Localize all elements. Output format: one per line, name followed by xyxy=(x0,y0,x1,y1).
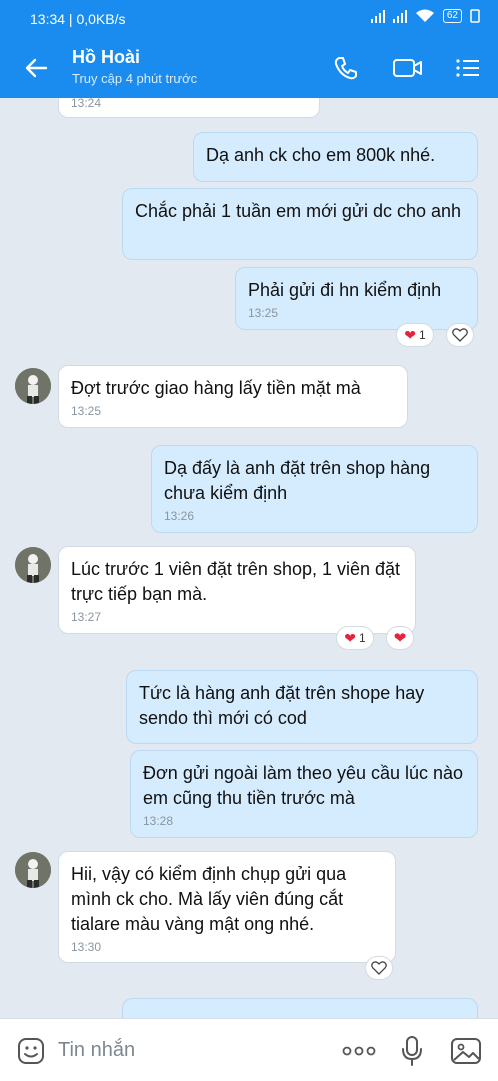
battery-icon: 62 xyxy=(442,9,462,23)
message-text: Tức là hàng anh đặt trên shope hay sendo… xyxy=(139,683,425,728)
status-icons: 62 xyxy=(370,9,480,23)
signal-icon xyxy=(370,9,385,23)
message-time: 13:27 xyxy=(71,610,102,624)
heart-outline-icon xyxy=(452,328,468,342)
status-bar: 13:34 | 0,0KB/s 62 xyxy=(0,0,498,38)
message-text: Đơn gửi ngoài làm theo yêu cầu lúc nào e… xyxy=(143,763,464,808)
message-bubble-outgoing[interactable]: Tức là hàng anh đặt trên shope hay sendo… xyxy=(126,670,478,744)
reaction-heart-count[interactable]: ❤ 1 xyxy=(396,323,434,347)
avatar[interactable] xyxy=(15,547,51,583)
like-button[interactable] xyxy=(365,956,393,980)
avatar-image xyxy=(15,547,51,583)
message-bubble-outgoing[interactable]: Đơn gửi ngoài làm theo yêu cầu lúc nào e… xyxy=(130,750,478,838)
menu-list-icon[interactable] xyxy=(454,54,482,82)
message-text: Lúc trước 1 viên đặt trên shop, 1 viên đ… xyxy=(71,559,401,604)
notification-icon xyxy=(470,9,480,23)
message-bubble-outgoing[interactable]: Dạ anh ck cho em 800k nhé. xyxy=(193,132,478,182)
chat-header: Hồ Hoài Truy cập 4 phút trước xyxy=(0,38,498,98)
avatar[interactable] xyxy=(15,368,51,404)
back-arrow-icon[interactable] xyxy=(22,54,50,82)
message-text: Phải gửi đi hn kiểm định xyxy=(248,280,442,300)
message-bubble-outgoing[interactable]: Dạ đấy là anh đặt trên shop hàng chưa ki… xyxy=(151,445,478,533)
phone-call-icon[interactable] xyxy=(332,54,360,82)
avatar-image xyxy=(15,852,51,888)
status-time: 13:34 | 0,0KB/s xyxy=(30,11,126,27)
image-gallery-icon[interactable] xyxy=(450,1036,482,1066)
video-call-icon[interactable] xyxy=(392,54,424,82)
reaction-heart-count[interactable]: ❤ 1 xyxy=(336,626,374,650)
message-text: Dạ anh ck cho em 800k nhé. xyxy=(206,145,436,165)
signal-icon-2 xyxy=(392,9,407,23)
message-bubble-incoming[interactable]: Đợt trước giao hàng lấy tiền mặt mà 13:2… xyxy=(58,365,408,428)
message-input[interactable]: Tin nhắn xyxy=(58,1039,135,1062)
message-time: 13:26 xyxy=(164,509,195,523)
message-bubble-outgoing[interactable] xyxy=(122,998,478,1018)
message-time: 13:25 xyxy=(71,404,102,418)
like-button[interactable] xyxy=(446,323,474,347)
message-time: 13:30 xyxy=(71,940,102,954)
heart-outline-icon xyxy=(371,961,387,975)
chat-messages[interactable]: 13:24 Dạ anh ck cho em 800k nhé. Chắc ph… xyxy=(0,98,498,1018)
reaction-count: 1 xyxy=(359,631,366,645)
message-composer: Tin nhắn xyxy=(0,1018,498,1081)
last-seen-status: Truy cập 4 phút trước xyxy=(72,71,198,86)
more-options-icon[interactable] xyxy=(342,1045,376,1057)
message-text: Chắc phải 1 tuần em mới gửi dc cho anh xyxy=(135,201,462,221)
message-bubble-incoming[interactable]: 13:24 xyxy=(58,98,320,118)
message-text: Hii, vậy có kiểm định chụp gửi qua mình … xyxy=(71,864,347,934)
heart-filled-icon: ❤ xyxy=(393,630,407,647)
contact-name[interactable]: Hồ Hoài xyxy=(72,47,140,68)
avatar-image xyxy=(15,368,51,404)
message-bubble-incoming[interactable]: Hii, vậy có kiểm định chụp gửi qua mình … xyxy=(58,851,396,963)
heart-filled-icon: ❤ xyxy=(344,629,357,646)
message-bubble-incoming[interactable]: Lúc trước 1 viên đặt trên shop, 1 viên đ… xyxy=(58,546,416,634)
heart-filled-icon: ❤ xyxy=(404,326,417,343)
wifi-icon xyxy=(415,9,434,22)
message-time: 13:25 xyxy=(248,306,279,320)
message-time: 13:24 xyxy=(71,98,102,110)
message-time: 13:28 xyxy=(143,814,174,828)
emoji-sticker-icon[interactable] xyxy=(16,1036,46,1066)
message-bubble-outgoing[interactable]: Chắc phải 1 tuần em mới gửi dc cho anh xyxy=(122,188,478,260)
microphone-icon[interactable] xyxy=(400,1035,424,1067)
reaction-count: 1 xyxy=(419,328,426,342)
like-button[interactable]: ❤ xyxy=(386,626,414,650)
avatar[interactable] xyxy=(15,852,51,888)
message-bubble-outgoing[interactable]: Phải gửi đi hn kiểm định 13:25 xyxy=(235,267,478,330)
message-text: Dạ đấy là anh đặt trên shop hàng chưa ki… xyxy=(164,458,431,503)
message-text: Đợt trước giao hàng lấy tiền mặt mà xyxy=(71,378,361,398)
